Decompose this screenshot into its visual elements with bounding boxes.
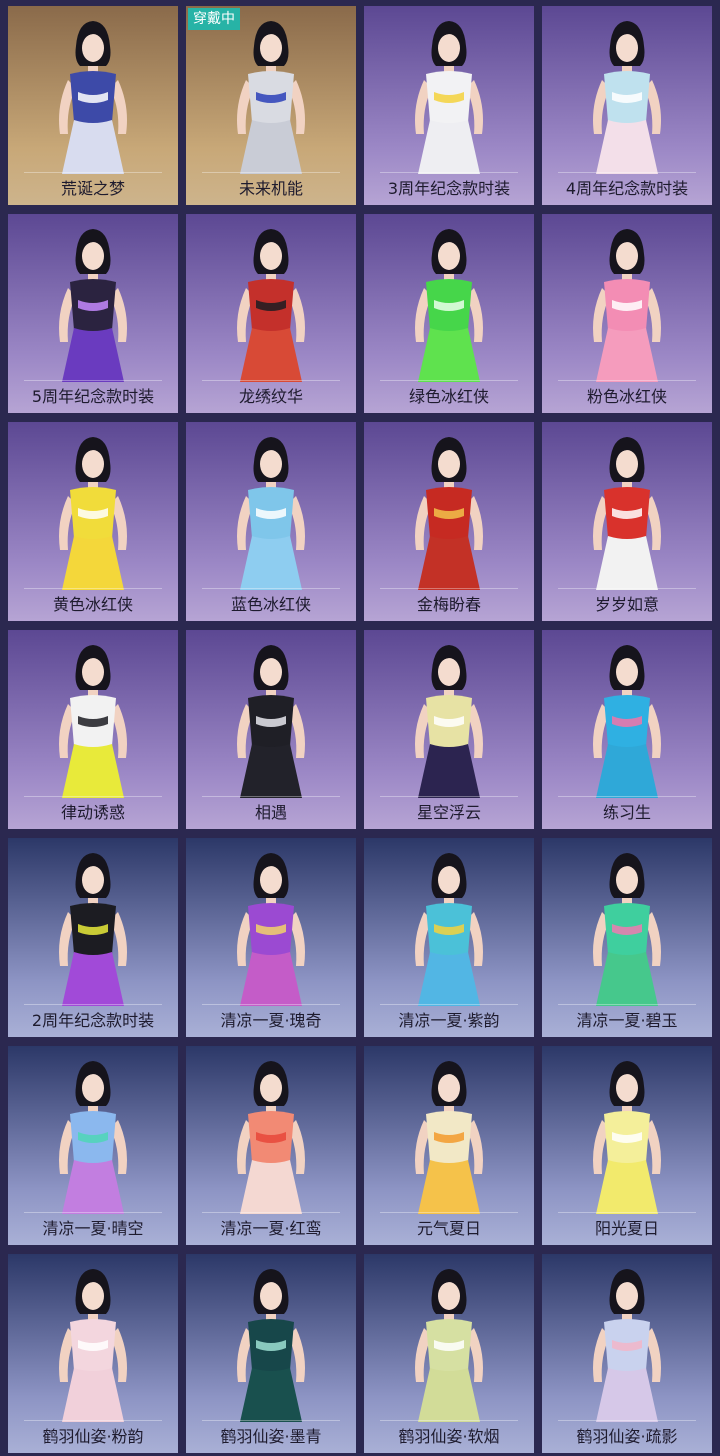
outfit-card[interactable]: 鹤羽仙姿·软烟 — [364, 1254, 534, 1453]
outfit-card[interactable]: 鹤羽仙姿·疏影 — [542, 1254, 712, 1453]
outfit-name: 荒诞之梦 — [60, 179, 125, 198]
outfit-card[interactable]: 龙绣纹华 — [186, 214, 356, 413]
outfit-card[interactable]: 鹤羽仙姿·粉韵 — [8, 1254, 178, 1453]
outfit-name: 未来机能 — [238, 179, 303, 198]
outfit-card[interactable]: 清凉一夏·红鸾 — [186, 1046, 356, 1245]
outfit-card[interactable]: 黄色冰红侠 — [8, 422, 178, 621]
label-divider — [202, 1004, 340, 1005]
outfit-card[interactable]: 5周年纪念款时装 — [8, 214, 178, 413]
outfit-name: 律动诱惑 — [60, 803, 125, 822]
outfit-card[interactable]: 清凉一夏·碧玉 — [542, 838, 712, 1037]
outfit-name: 绿色冰红侠 — [408, 387, 489, 406]
label-divider — [558, 796, 696, 797]
outfit-name: 阳光夏日 — [594, 1219, 659, 1238]
label-divider — [558, 172, 696, 173]
label-divider — [24, 1420, 162, 1421]
outfit-card[interactable]: 荒诞之梦 — [8, 6, 178, 205]
outfit-card[interactable]: 相遇 — [186, 630, 356, 829]
label-divider — [24, 172, 162, 173]
outfit-name: 清凉一夏·瑰奇 — [220, 1011, 322, 1030]
label-divider — [558, 1420, 696, 1421]
label-divider — [202, 588, 340, 589]
label-divider — [380, 172, 518, 173]
outfit-card[interactable]: 练习生 — [542, 630, 712, 829]
label-divider — [24, 1212, 162, 1213]
outfit-card[interactable]: 绿色冰红侠 — [364, 214, 534, 413]
label-divider — [558, 1212, 696, 1213]
label-divider — [202, 1212, 340, 1213]
wearing-badge: 穿戴中 — [188, 8, 240, 30]
outfit-name: 5周年纪念款时装 — [31, 387, 155, 406]
outfit-name: 元气夏日 — [416, 1219, 481, 1238]
outfit-card[interactable]: 鹤羽仙姿·墨青 — [186, 1254, 356, 1453]
outfit-card[interactable]: 律动诱惑 — [8, 630, 178, 829]
outfit-card[interactable]: 阳光夏日 — [542, 1046, 712, 1245]
outfit-card[interactable]: 元气夏日 — [364, 1046, 534, 1245]
label-divider — [202, 796, 340, 797]
outfit-card[interactable]: 未来机能 穿戴中 — [186, 6, 356, 205]
label-divider — [558, 1004, 696, 1005]
outfit-card[interactable]: 岁岁如意 — [542, 422, 712, 621]
outfit-card[interactable]: 粉色冰红侠 — [542, 214, 712, 413]
label-divider — [380, 380, 518, 381]
outfit-name: 2周年纪念款时装 — [31, 1011, 155, 1030]
label-divider — [202, 380, 340, 381]
outfit-name: 岁岁如意 — [594, 595, 659, 614]
outfit-card[interactable]: 清凉一夏·瑰奇 — [186, 838, 356, 1037]
outfit-name: 清凉一夏·红鸾 — [220, 1219, 322, 1238]
outfit-card[interactable]: 清凉一夏·紫韵 — [364, 838, 534, 1037]
outfit-name: 粉色冰红侠 — [586, 387, 667, 406]
outfit-grid: 荒诞之梦 未来机能 穿戴中 3周年纪念款时装 4周年纪念款时装 5周年纪念款时装 龙绣纹华 绿… — [0, 0, 720, 1456]
outfit-name: 黄色冰红侠 — [52, 595, 133, 614]
label-divider — [380, 1004, 518, 1005]
outfit-card[interactable]: 清凉一夏·晴空 — [8, 1046, 178, 1245]
outfit-card[interactable]: 星空浮云 — [364, 630, 534, 829]
label-divider — [558, 588, 696, 589]
label-divider — [558, 380, 696, 381]
outfit-name: 练习生 — [602, 803, 651, 822]
outfit-name: 相遇 — [254, 803, 287, 822]
label-divider — [380, 1420, 518, 1421]
outfit-name: 龙绣纹华 — [238, 387, 303, 406]
outfit-card[interactable]: 蓝色冰红侠 — [186, 422, 356, 621]
label-divider — [380, 588, 518, 589]
outfit-name: 清凉一夏·晴空 — [42, 1219, 144, 1238]
label-divider — [202, 1420, 340, 1421]
outfit-name: 蓝色冰红侠 — [230, 595, 311, 614]
outfit-name: 鹤羽仙姿·疏影 — [576, 1427, 678, 1446]
label-divider — [24, 796, 162, 797]
label-divider — [24, 588, 162, 589]
outfit-name: 鹤羽仙姿·软烟 — [398, 1427, 500, 1446]
outfit-name: 星空浮云 — [416, 803, 481, 822]
outfit-name: 3周年纪念款时装 — [387, 179, 511, 198]
label-divider — [24, 1004, 162, 1005]
label-divider — [202, 172, 340, 173]
outfit-name: 4周年纪念款时装 — [565, 179, 689, 198]
outfit-card[interactable]: 2周年纪念款时装 — [8, 838, 178, 1037]
outfit-name: 清凉一夏·碧玉 — [576, 1011, 678, 1030]
outfit-name: 清凉一夏·紫韵 — [398, 1011, 500, 1030]
outfit-card[interactable]: 4周年纪念款时装 — [542, 6, 712, 205]
outfit-name: 金梅盼春 — [416, 595, 481, 614]
outfit-card[interactable]: 金梅盼春 — [364, 422, 534, 621]
label-divider — [380, 1212, 518, 1213]
label-divider — [24, 380, 162, 381]
outfit-name: 鹤羽仙姿·墨青 — [220, 1427, 322, 1446]
label-divider — [380, 796, 518, 797]
outfit-name: 鹤羽仙姿·粉韵 — [42, 1427, 144, 1446]
outfit-card[interactable]: 3周年纪念款时装 — [364, 6, 534, 205]
